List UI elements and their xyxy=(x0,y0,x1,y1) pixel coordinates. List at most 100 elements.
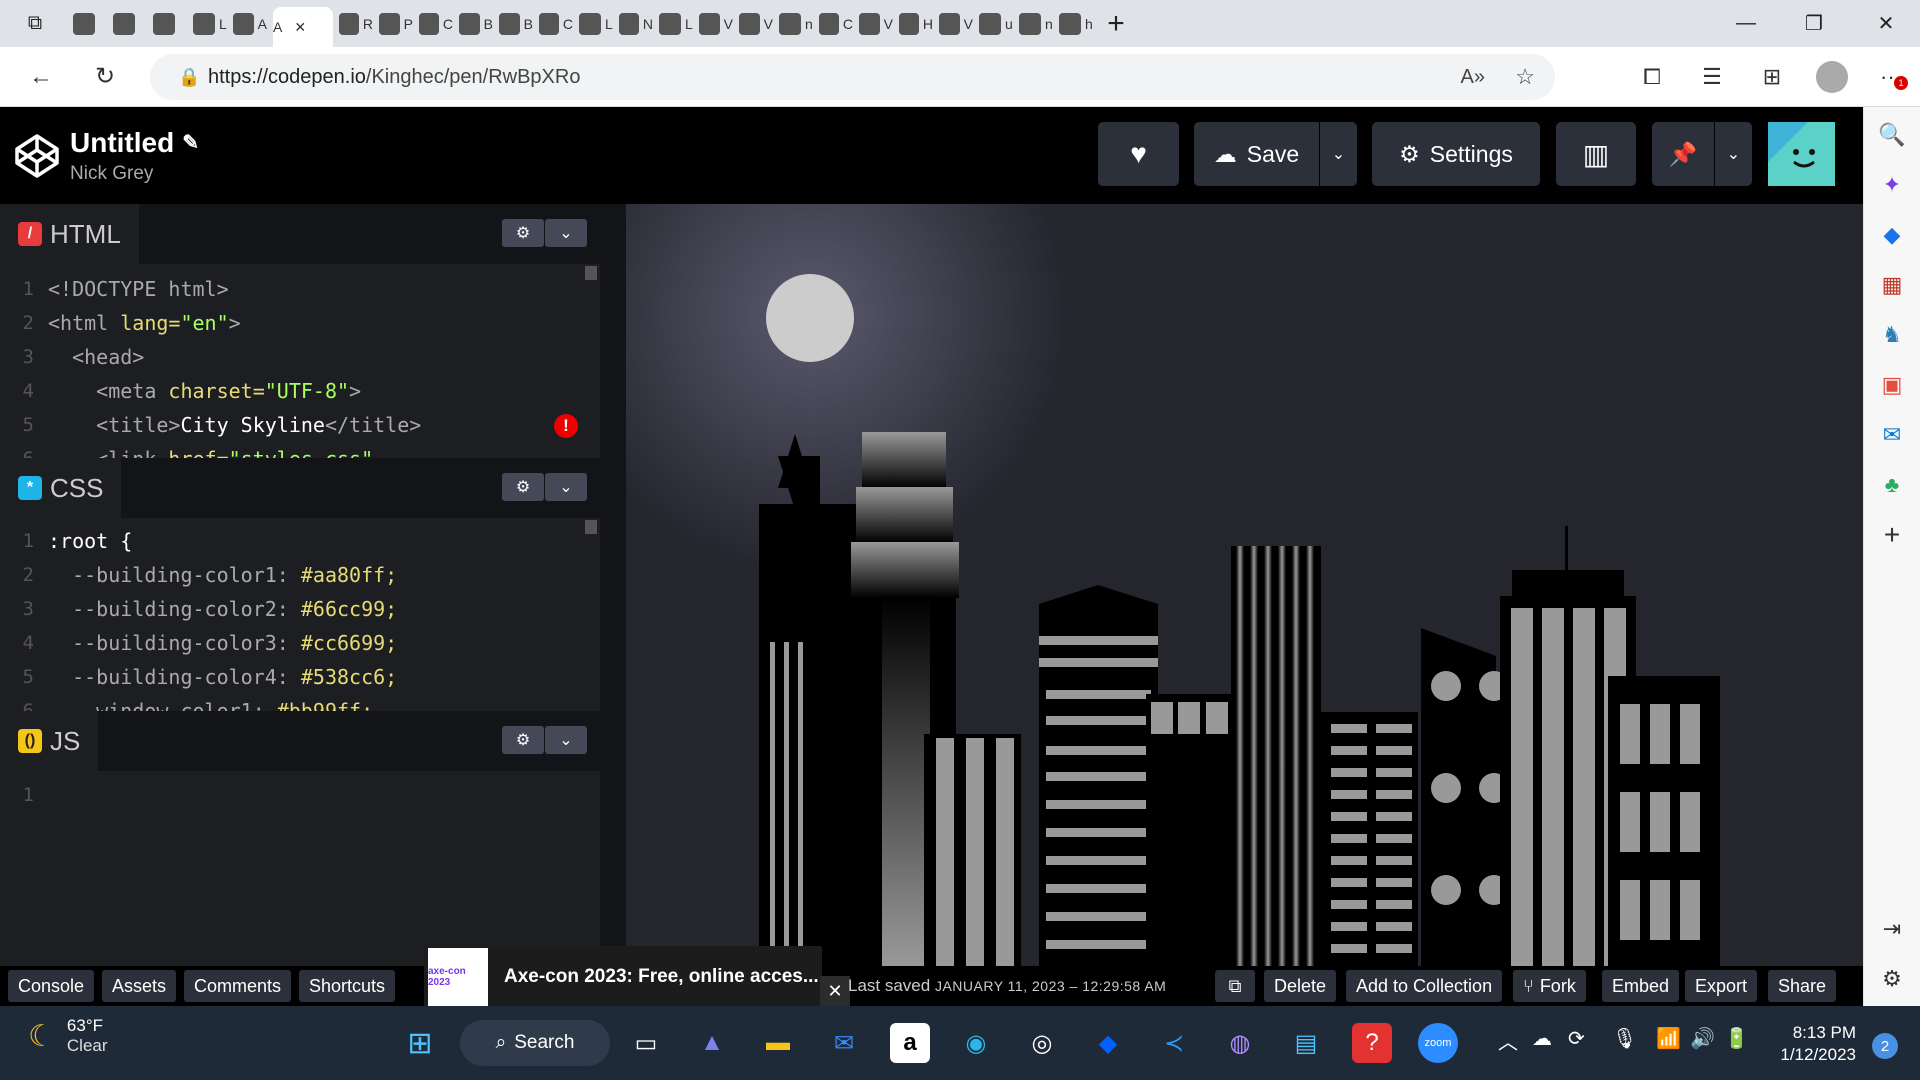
browser-tab[interactable] xyxy=(153,8,187,40)
wifi-icon[interactable]: 📶 xyxy=(1656,1026,1681,1051)
assets-button[interactable]: Assets xyxy=(102,970,177,1002)
html-collapse-button[interactable]: ⌄ xyxy=(545,219,587,247)
notification-badge[interactable]: 2 xyxy=(1872,1033,1898,1059)
browser-tab[interactable]: P xyxy=(379,8,413,40)
minimize-button[interactable]: — xyxy=(1712,0,1780,47)
collections-icon[interactable]: ⊞ xyxy=(1742,54,1802,100)
ad-banner[interactable]: axe-con 2023 Axe-con 2023: Free, online … xyxy=(424,946,822,1008)
fork-button[interactable]: ⑂ Fork xyxy=(1513,970,1586,1002)
browser-tab[interactable]: L xyxy=(579,8,613,40)
close-window-button[interactable]: ✕ xyxy=(1852,0,1920,47)
js-settings-button[interactable]: ⚙ xyxy=(502,726,544,754)
onedrive-icon[interactable]: ☁ xyxy=(1532,1026,1552,1051)
css-settings-button[interactable]: ⚙ xyxy=(502,473,544,501)
browser-tab[interactable]: A ✕ xyxy=(273,7,333,47)
browser-tab[interactable]: C xyxy=(419,8,453,40)
url-field[interactable]: 🔒 https://codepen.io/Kinghec/pen/RwBpXRo… xyxy=(150,54,1555,100)
browser-tab[interactable]: n xyxy=(779,8,813,40)
comments-button[interactable]: Comments xyxy=(184,970,292,1002)
browser-tab[interactable]: N xyxy=(619,8,653,40)
js-tab[interactable]: () JS xyxy=(0,711,99,771)
games-icon[interactable]: ♞ xyxy=(1874,317,1910,353)
css-tab[interactable]: * CSS xyxy=(0,458,122,518)
layout-button[interactable]: ▥ xyxy=(1556,122,1636,186)
pen-title[interactable]: Untitled xyxy=(70,127,174,159)
help-icon[interactable]: ? xyxy=(1352,1023,1392,1063)
html-settings-button[interactable]: ⚙ xyxy=(502,219,544,247)
tools-icon[interactable]: ▦ xyxy=(1874,267,1910,303)
maximize-button[interactable]: ❐ xyxy=(1780,0,1848,47)
favorites-icon[interactable]: ☰ xyxy=(1682,54,1742,100)
add-to-collection-button[interactable]: Add to Collection xyxy=(1346,970,1503,1002)
tray-overflow-icon[interactable]: ︿ xyxy=(1498,1026,1518,1055)
add-sidebar-app-icon[interactable]: + xyxy=(1874,517,1910,553)
start-icon[interactable]: ⊞ xyxy=(400,1023,440,1063)
css-editor[interactable]: 1:root {2 --building-color1: #aa80ff; 3 -… xyxy=(0,518,600,718)
browser-tab[interactable]: L xyxy=(193,8,227,40)
zoom-app-icon[interactable]: zoom xyxy=(1418,1023,1458,1063)
ad-close-icon[interactable]: ✕ xyxy=(820,976,850,1006)
mail-icon[interactable]: ✉ xyxy=(824,1023,864,1063)
browser-tab[interactable]: C xyxy=(539,8,573,40)
share-button[interactable]: Share xyxy=(1768,970,1837,1002)
copilot-icon[interactable]: ✦ xyxy=(1874,167,1910,203)
codepen-logo[interactable] xyxy=(10,129,64,183)
pen-author[interactable]: Nick Grey xyxy=(70,163,199,185)
css-collapse-button[interactable]: ⌄ xyxy=(545,473,587,501)
office-icon[interactable]: ▣ xyxy=(1874,367,1910,403)
back-button[interactable]: ← xyxy=(18,54,64,100)
browser-tab[interactable]: L xyxy=(659,8,693,40)
console-button[interactable]: Console xyxy=(8,970,95,1002)
sync-icon[interactable]: ⟳ xyxy=(1568,1026,1585,1051)
sidebar-settings-icon[interactable]: ⚙ xyxy=(1874,961,1910,997)
browser-tab[interactable]: A xyxy=(233,8,267,40)
refresh-button[interactable]: ↻ xyxy=(82,54,128,100)
search-icon[interactable]: 🔍 xyxy=(1874,117,1910,153)
volume-icon[interactable]: 🔊 xyxy=(1690,1026,1715,1051)
open-external-button[interactable]: ⧉ xyxy=(1215,970,1255,1002)
browser-tab[interactable]: C xyxy=(819,8,853,40)
browser-tab[interactable] xyxy=(113,8,147,40)
browser-tab[interactable]: V xyxy=(859,8,893,40)
save-options-button[interactable]: ⌄ xyxy=(1320,122,1357,186)
browser-tab[interactable]: u xyxy=(979,8,1013,40)
amazon-icon[interactable]: a xyxy=(890,1023,930,1063)
preview-frame[interactable] xyxy=(626,204,1863,966)
shortcuts-button[interactable]: Shortcuts xyxy=(299,970,396,1002)
new-tab-button[interactable]: + xyxy=(1096,7,1136,40)
browser-tab[interactable]: n xyxy=(1019,8,1053,40)
user-avatar[interactable] xyxy=(1768,122,1835,186)
css-scrollbar[interactable] xyxy=(585,520,597,534)
pin-options-button[interactable]: ⌄ xyxy=(1715,122,1752,186)
battery-icon[interactable]: 🔋 xyxy=(1724,1026,1749,1051)
taskbar-search[interactable]: ⌕ Search xyxy=(460,1020,610,1066)
browser-tab[interactable]: V xyxy=(939,8,973,40)
outlook-icon[interactable]: ✉ xyxy=(1874,417,1910,453)
js-collapse-button[interactable]: ⌄ xyxy=(545,726,587,754)
heart-button[interactable]: ♥ xyxy=(1098,122,1179,186)
profile-avatar[interactable] xyxy=(1802,54,1862,100)
save-button[interactable]: ☁ Save xyxy=(1194,122,1319,186)
pin-button[interactable]: 📌 xyxy=(1652,122,1714,186)
html-scrollbar[interactable] xyxy=(585,266,597,280)
browser-tab[interactable]: B xyxy=(459,8,493,40)
browser-tab[interactable]: V xyxy=(699,8,733,40)
read-aloud-icon[interactable]: A» xyxy=(1461,66,1485,89)
microphone-icon[interactable]: 🎙 xyxy=(1612,1026,1637,1051)
github-desktop-icon[interactable]: ◍ xyxy=(1220,1023,1260,1063)
html-editor[interactable]: 1 <!DOCTYPE html> 2 <html lang= "en" >3 <head… xyxy=(0,264,600,464)
settings-menu-icon[interactable]: ··· 1 xyxy=(1862,54,1920,100)
notepad-icon[interactable]: ▤ xyxy=(1286,1023,1326,1063)
weather-widget[interactable]: ☾ 63°F Clear xyxy=(28,1016,108,1056)
dropbox-icon[interactable]: ◆ xyxy=(1088,1023,1128,1063)
pencil-icon[interactable]: ✎ xyxy=(182,130,199,155)
clock[interactable]: 8:13 PM 1/12/2023 xyxy=(1780,1022,1856,1066)
close-tab-icon[interactable]: ✕ xyxy=(294,19,306,36)
app-circle-icon[interactable]: ◎ xyxy=(1022,1023,1062,1063)
browser-tab[interactable]: B xyxy=(499,8,533,40)
delete-button[interactable]: Delete xyxy=(1264,970,1337,1002)
task-view-icon[interactable]: ▭ xyxy=(626,1023,666,1063)
html-tab[interactable]: / HTML xyxy=(0,204,139,264)
teams-chat-icon[interactable]: ▲ xyxy=(692,1023,732,1063)
browser-tab[interactable]: H xyxy=(899,8,933,40)
